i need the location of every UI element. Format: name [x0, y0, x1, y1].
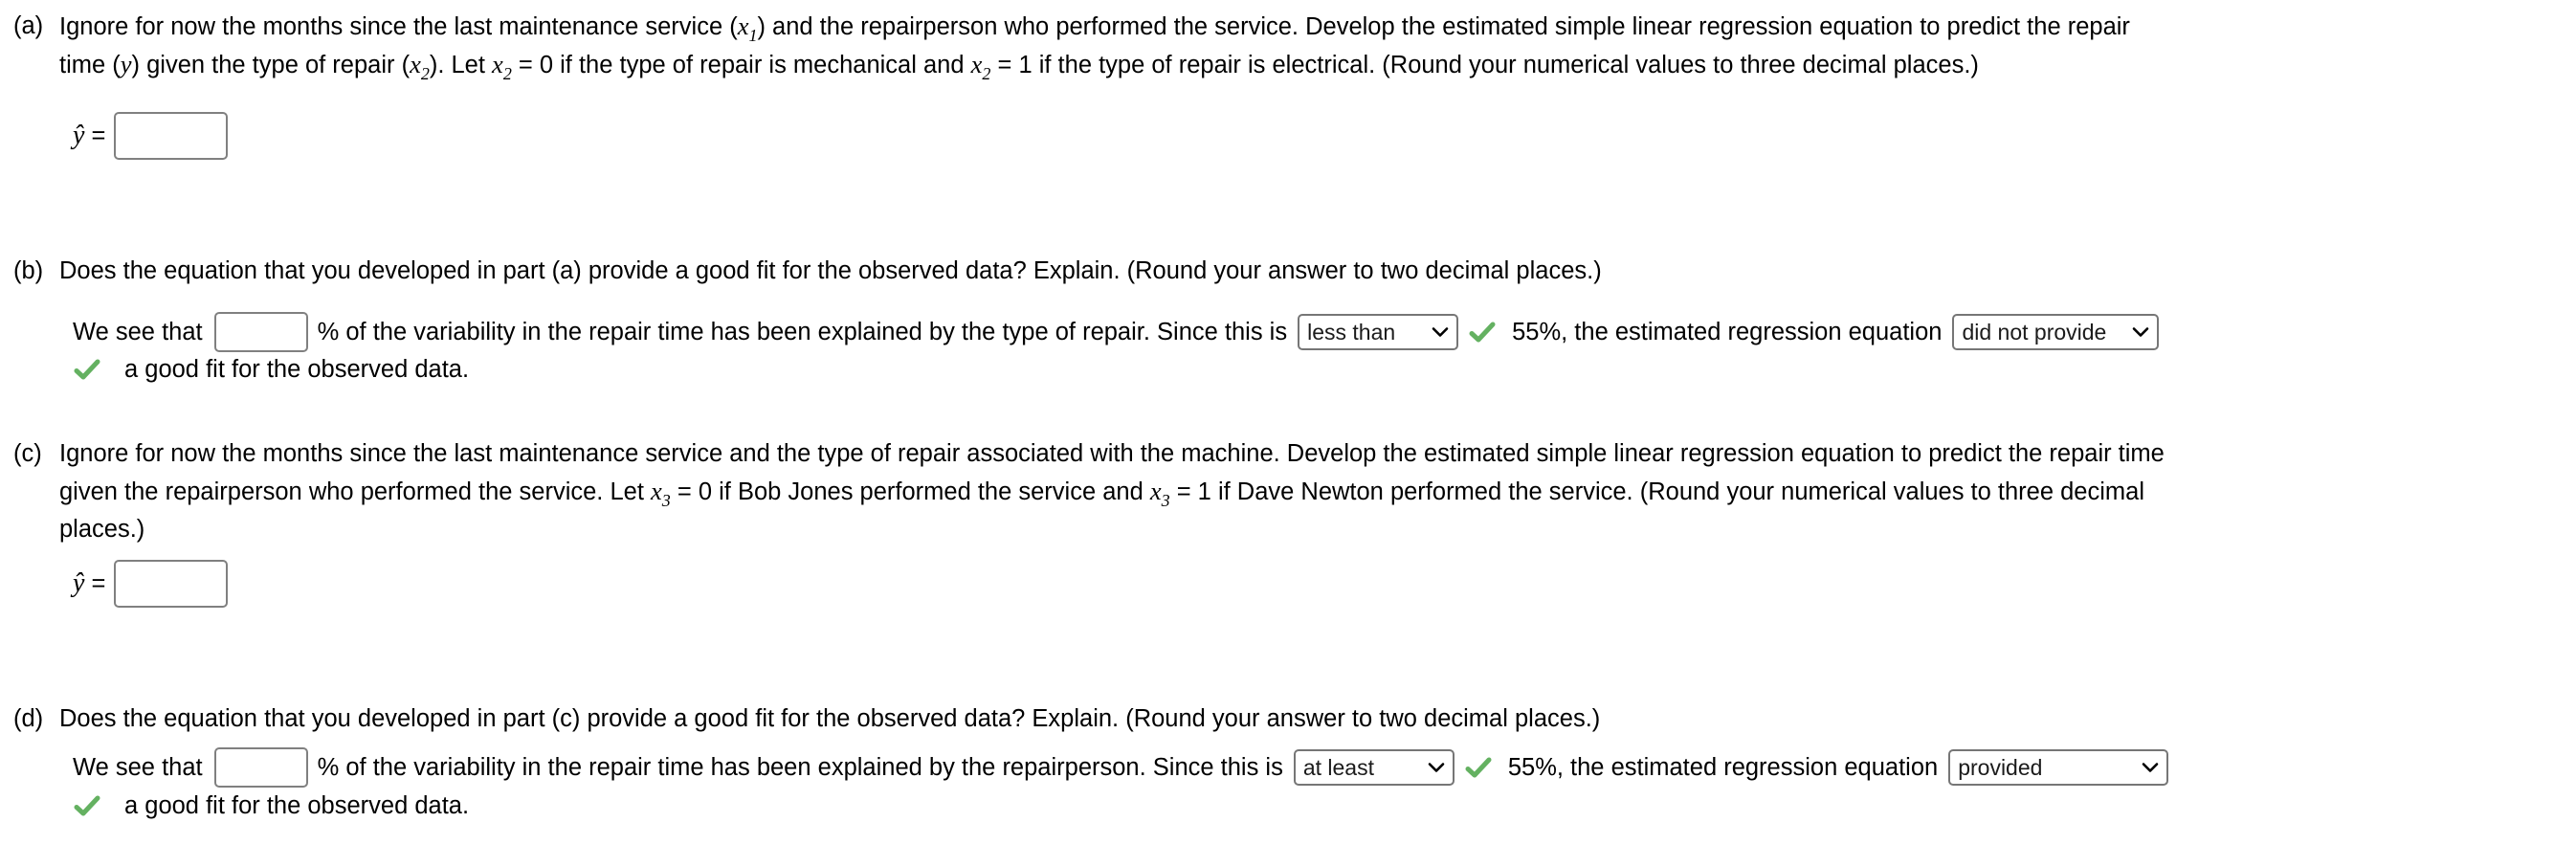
part-a-text-3: time (	[59, 52, 121, 78]
part-a-answer-row: ŷ =	[73, 112, 229, 160]
variable-x3-b: x	[1149, 477, 1162, 505]
part-c-prompt: Ignore for now the months since the last…	[59, 435, 2576, 548]
chevron-down-icon	[1428, 751, 1445, 784]
part-a-prompt: Ignore for now the months since the last…	[59, 8, 2576, 84]
yhat-symbol-a: ŷ	[73, 121, 85, 150]
chevron-down-icon	[2142, 751, 2159, 784]
part-c-text-5: places.)	[59, 516, 145, 543]
part-a-label: (a)	[13, 12, 44, 39]
variable-x3-a: x	[651, 477, 662, 505]
part-d-label: (d)	[13, 705, 44, 732]
part-b-after-select-text: 55%, the estimated regression equation	[1512, 319, 1943, 345]
variable-x2-c: x	[970, 50, 983, 78]
part-b-answer-row-2: a good fit for the observed data.	[73, 353, 469, 386]
part-c-text-3: = 0 if Bob Jones performed the service a…	[670, 478, 1150, 505]
part-b-mid-text: % of the variability in the repair time …	[317, 319, 1288, 345]
part-b-percent-input[interactable]	[213, 312, 308, 352]
chevron-down-icon	[2132, 316, 2149, 348]
part-c-text-2: given the repairperson who performed the…	[59, 478, 652, 505]
part-a-answer-input[interactable]	[114, 112, 229, 160]
part-d-tail-text: a good fit for the observed data.	[124, 792, 470, 819]
part-b-comparison-select[interactable]: less than	[1298, 314, 1459, 350]
part-b-provide-select[interactable]: did not provide	[1952, 314, 2160, 350]
part-d-mid-text: % of the variability in the repair time …	[317, 754, 1283, 781]
part-d-percent-input[interactable]	[213, 747, 308, 788]
variable-x2-a: x	[410, 50, 421, 78]
question-part-a: (a) Ignore for now the months since the …	[0, 8, 2576, 84]
question-page: (a) Ignore for now the months since the …	[0, 0, 2576, 867]
variable-x3-b-subscript: 3	[1161, 490, 1170, 510]
part-a-text-6: = 0 if the type of repair is mechanical …	[511, 52, 971, 78]
part-d-answer-row: We see that % of the variability in the …	[73, 747, 2169, 788]
part-b-lead-text: We see that	[73, 319, 203, 345]
variable-x1: x	[737, 11, 749, 40]
yhat-symbol-c: ŷ	[73, 568, 85, 598]
part-a-text-1: Ignore for now the months since the last…	[59, 13, 738, 40]
variable-y: y	[120, 50, 132, 78]
question-part-d: (d) Does the equation that you developed…	[0, 700, 2576, 738]
part-c-label: (c)	[13, 440, 42, 467]
part-b-body: Does the equation that you developed in …	[59, 253, 2576, 290]
part-c-text-1: Ignore for now the months since the last…	[59, 440, 2165, 467]
part-d-answer-row-2: a good fit for the observed data.	[73, 789, 469, 822]
variable-x2-b-subscript: 2	[502, 63, 512, 83]
part-c-body: Ignore for now the months since the last…	[59, 435, 2576, 548]
part-a-text-4: ) given the type of repair (	[131, 52, 411, 78]
part-a-text-7: = 1 if the type of repair is electrical.…	[990, 52, 1979, 78]
equals-sign-a: =	[91, 122, 106, 149]
question-part-c: (c) Ignore for now the months since the …	[0, 435, 2576, 548]
green-check-icon-b1	[1468, 318, 1497, 346]
part-a-body: Ignore for now the months since the last…	[59, 8, 2576, 84]
part-b-comparison-value: less than	[1307, 320, 1396, 345]
part-c-answer-input[interactable]	[114, 560, 229, 608]
part-c-text-4: = 1 if Dave Newton performed the service…	[1169, 478, 2144, 505]
variable-x2-a-subscript: 2	[420, 63, 430, 83]
chevron-down-icon	[1432, 316, 1449, 348]
green-check-icon-d2	[73, 791, 101, 820]
part-a-text-2: ) and the repairperson who performed the…	[757, 13, 2130, 40]
part-d-body: Does the equation that you developed in …	[59, 700, 2576, 738]
part-b-prompt: Does the equation that you developed in …	[59, 257, 1602, 284]
part-d-provide-value: provided	[1958, 755, 2043, 780]
part-b-provide-value: did not provide	[1962, 320, 2107, 345]
part-b-answer-row: We see that % of the variability in the …	[73, 312, 2160, 352]
green-check-icon-d1	[1464, 753, 1493, 782]
variable-x2-b: x	[492, 50, 503, 78]
equals-sign-c: =	[91, 569, 106, 597]
part-a-text-5: ). Let	[429, 52, 493, 78]
part-d-comparison-value: at least	[1302, 755, 1374, 780]
part-b-label: (b)	[13, 257, 44, 284]
part-d-lead-text: We see that	[73, 754, 203, 781]
part-d-provide-select[interactable]: provided	[1948, 749, 2169, 786]
green-check-icon-b2	[73, 355, 101, 384]
part-b-tail-text: a good fit for the observed data.	[124, 356, 470, 383]
part-d-prompt: Does the equation that you developed in …	[59, 705, 1601, 732]
variable-x3-a-subscript: 3	[661, 490, 671, 510]
part-d-after-select-text: 55%, the estimated regression equation	[1507, 754, 1939, 781]
part-c-answer-row: ŷ =	[73, 560, 229, 608]
part-d-comparison-select[interactable]: at least	[1293, 749, 1455, 786]
question-part-b: (b) Does the equation that you developed…	[0, 253, 2576, 290]
